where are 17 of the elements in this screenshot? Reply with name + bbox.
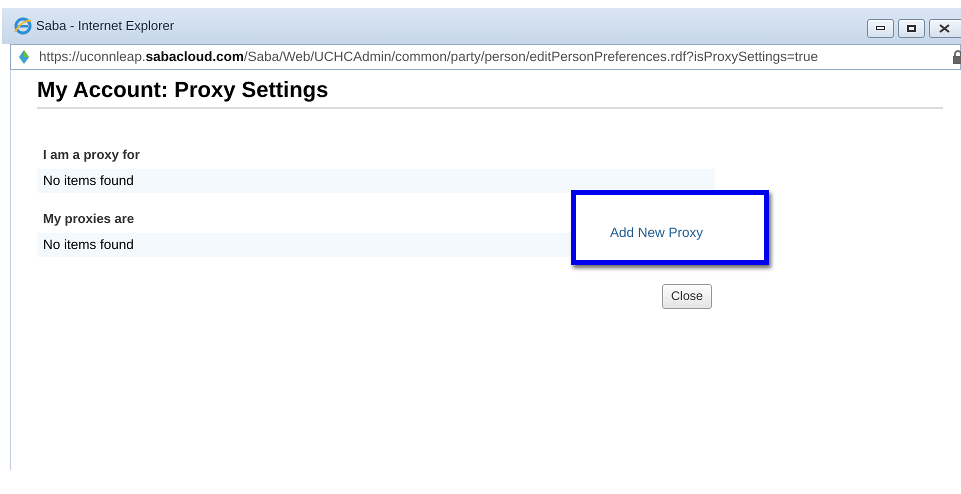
section-heading: I am a proxy for — [42, 147, 141, 163]
close-icon — [939, 24, 950, 32]
site-icon — [19, 50, 29, 64]
section-heading: My proxies are — [42, 211, 136, 227]
browser-logo-icon — [14, 17, 32, 35]
url-text: https://uconnleap.sabacloud.com/Saba/Web/UCHCAdmin/common/party/person/editPersonPreferences.rdf?isProxySettings=true — [39, 48, 818, 66]
page-title: My Account: Proxy Settings — [37, 70, 943, 109]
maximize-icon — [907, 24, 916, 32]
minimize-icon — [876, 26, 885, 30]
address-bar[interactable]: https://uconnleap.sabacloud.com/Saba/Web/UCHCAdmin/common/party/person/editPersonPreferences.rdf?isProxySettings=true — [10, 44, 961, 70]
minimize-button[interactable] — [867, 18, 894, 38]
close-button[interactable]: Close — [662, 284, 712, 309]
lock-icon — [952, 50, 961, 64]
maximize-button[interactable] — [898, 18, 925, 38]
empty-row: No items found — [37, 169, 715, 193]
close-window-button[interactable] — [929, 18, 961, 38]
window-title: Saba - Internet Explorer — [36, 17, 174, 36]
